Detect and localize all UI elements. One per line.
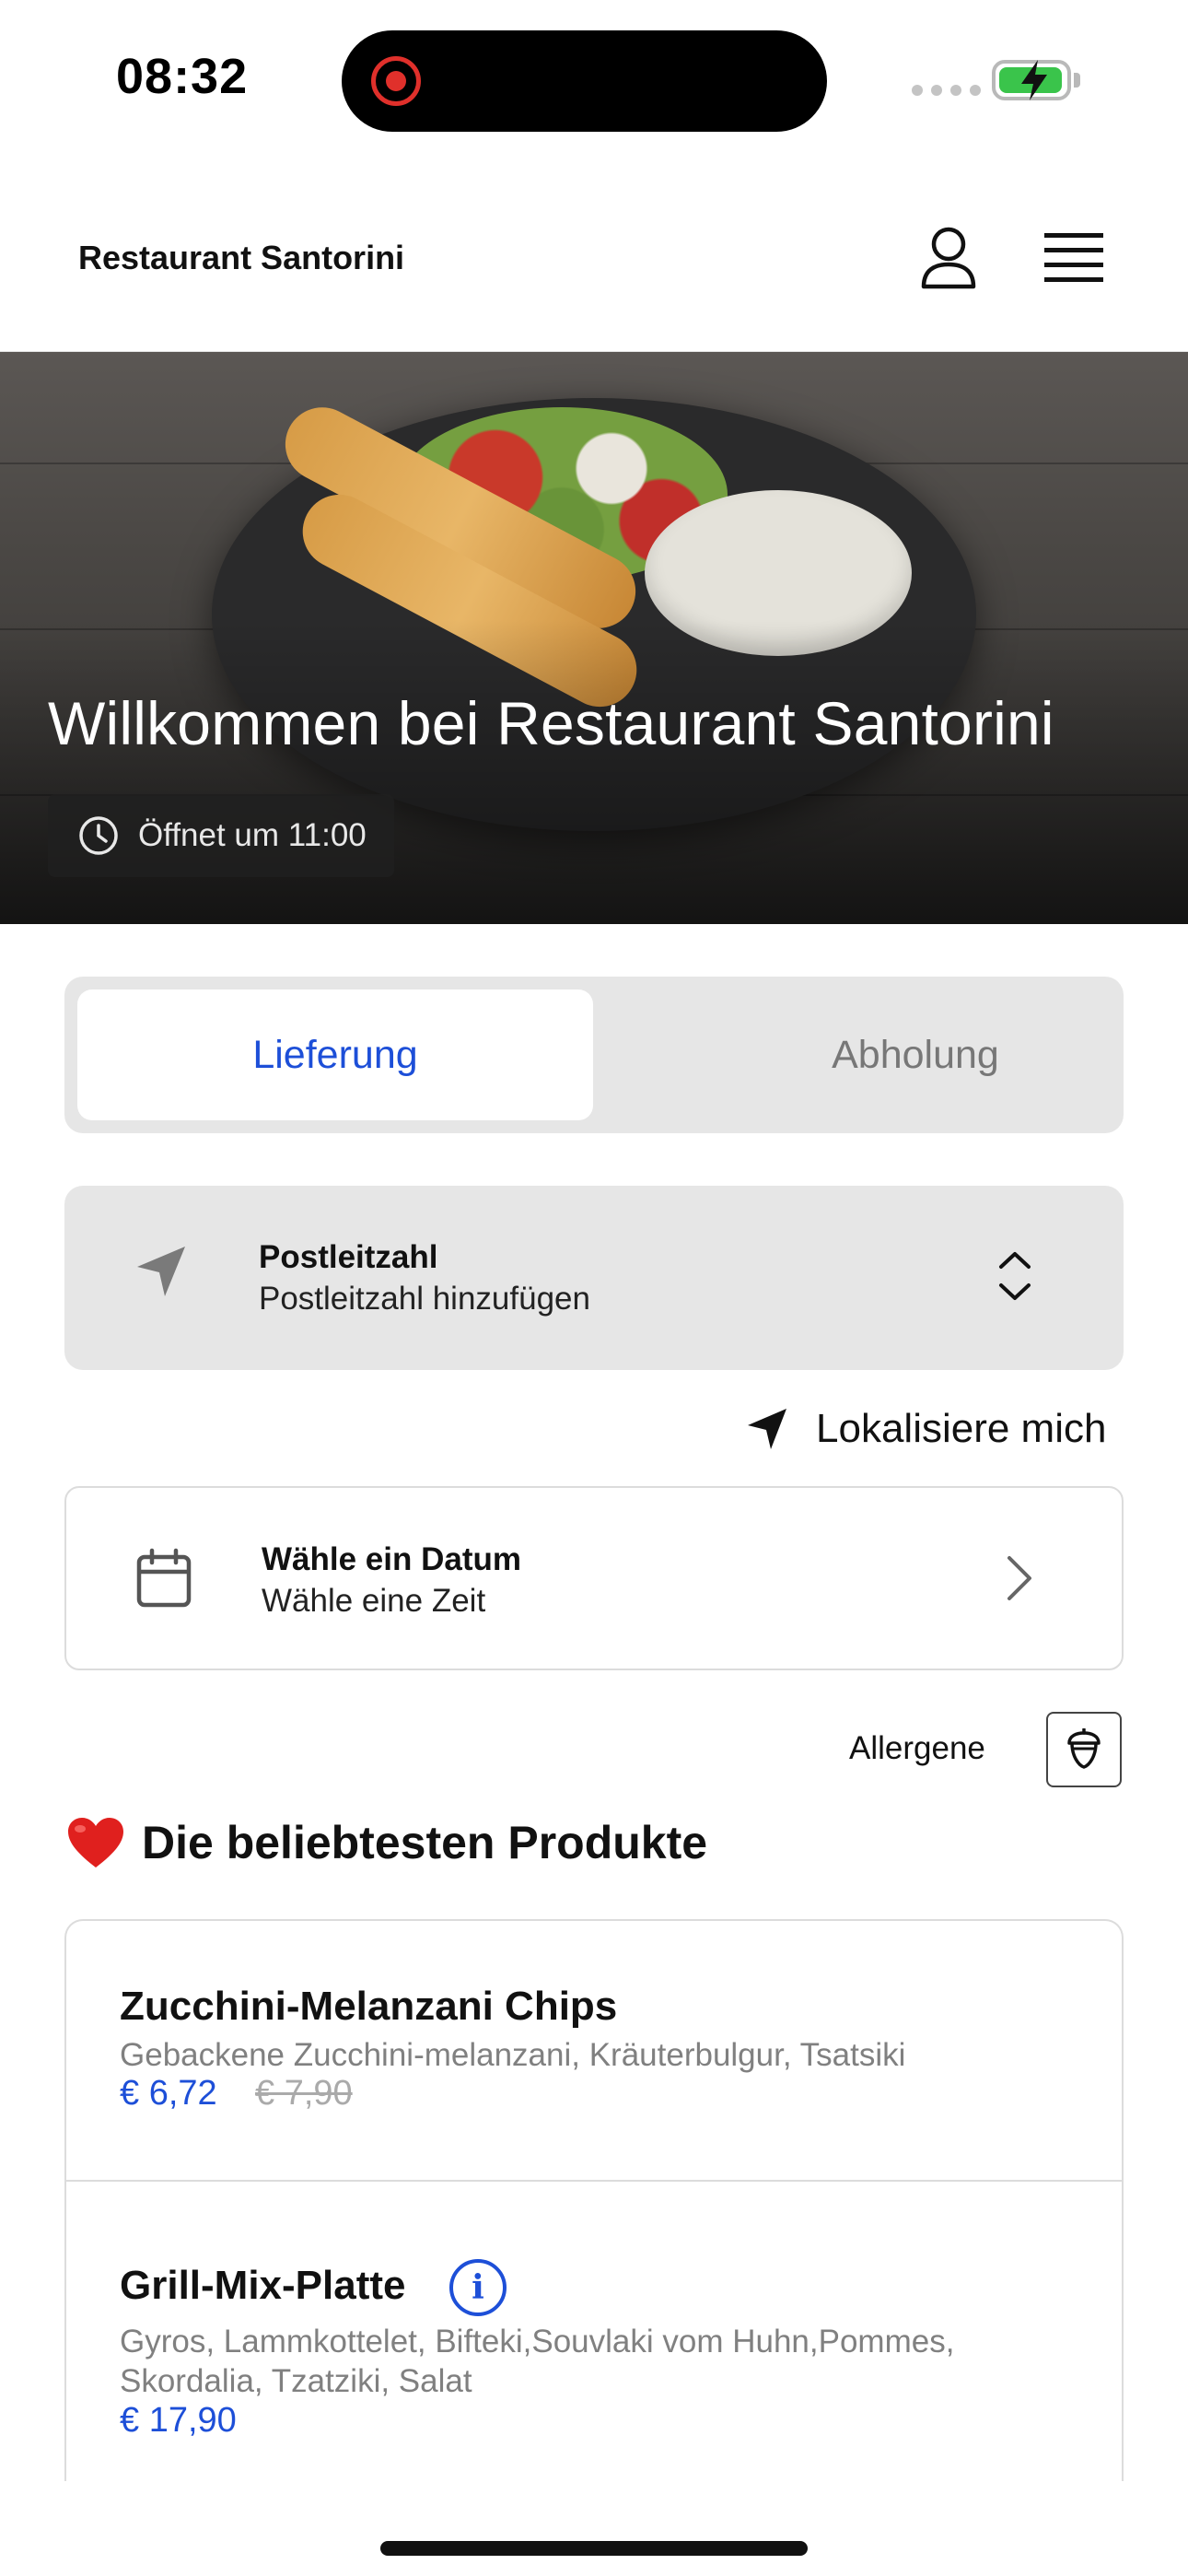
order-type-toggle: Lieferung Abholung bbox=[64, 977, 1124, 1133]
locate-me-link[interactable]: Lokalisiere mich bbox=[746, 1397, 1106, 1461]
allergens-label: Allergene bbox=[849, 1730, 985, 1766]
tab-pickup[interactable]: Abholung bbox=[658, 989, 1173, 1120]
account-button[interactable] bbox=[912, 221, 985, 295]
battery-charging-icon bbox=[992, 60, 1071, 100]
navigation-arrow-icon bbox=[137, 1247, 185, 1296]
product-description: Gebackene Zucchini-melanzani, Kräuterbul… bbox=[120, 2037, 906, 2073]
product-price: € 6,72 bbox=[120, 2074, 217, 2113]
opening-hours-badge: Öffnet um 11:00 bbox=[48, 794, 394, 877]
dynamic-island bbox=[342, 30, 827, 132]
product-price: € 17,90 bbox=[120, 2401, 237, 2440]
postcode-label: Postleitzahl bbox=[259, 1239, 438, 1275]
restaurant-name: Restaurant Santorini bbox=[78, 239, 405, 276]
product-description: Gyros, Lammkottelet, Bifteki,Souvlaki vo… bbox=[120, 2324, 955, 2399]
clock-icon bbox=[79, 816, 118, 855]
postcode-field[interactable]: Postleitzahl Postleitzahl hinzufügen bbox=[64, 1186, 1124, 1370]
battery-cap bbox=[1074, 73, 1080, 88]
product-list: Zucchini-Melanzani Chips Gebackene Zucch… bbox=[64, 1919, 1124, 2481]
product-card[interactable]: Zucchini-Melanzani Chips Gebackene Zucch… bbox=[66, 1921, 1122, 2182]
menu-button[interactable] bbox=[1037, 221, 1111, 295]
chevron-right-icon bbox=[1007, 1556, 1031, 1600]
recording-indicator-icon bbox=[371, 56, 421, 106]
date-label: Wähle ein Datum bbox=[262, 1541, 521, 1577]
status-time: 08:32 bbox=[116, 49, 249, 104]
location-arrow-icon bbox=[748, 1409, 786, 1449]
home-indicator[interactable] bbox=[380, 2541, 808, 2556]
user-icon bbox=[921, 227, 976, 289]
popular-products-heading: Die beliebtesten Produkte bbox=[66, 1810, 707, 1875]
calendar-icon bbox=[136, 1548, 192, 1608]
cellular-signal-icon bbox=[912, 85, 981, 96]
time-label: Wähle eine Zeit bbox=[262, 1583, 486, 1619]
tab-delivery[interactable]: Lieferung bbox=[77, 989, 593, 1120]
locate-me-label: Lokalisiere mich bbox=[816, 1406, 1107, 1451]
hero-banner: Willkommen bei Restaurant Santorini Öffn… bbox=[0, 352, 1188, 924]
section-title: Die beliebtesten Produkte bbox=[142, 1817, 708, 1868]
heart-icon bbox=[68, 1818, 123, 1868]
postcode-placeholder: Postleitzahl hinzufügen bbox=[259, 1281, 590, 1317]
hamburger-menu-icon bbox=[1044, 233, 1103, 282]
product-name: Grill-Mix-Platte bbox=[120, 2263, 406, 2308]
allergens-button[interactable] bbox=[1046, 1712, 1122, 1787]
product-name: Zucchini-Melanzani Chips bbox=[120, 1984, 618, 2029]
app-header: Restaurant Santorini bbox=[0, 161, 1188, 352]
welcome-title: Willkommen bei Restaurant Santorini bbox=[48, 689, 1054, 757]
product-card[interactable]: Grill-Mix-Platte i Gyros, Lammkottelet, … bbox=[66, 2182, 1122, 2481]
opening-hours-text: Öffnet um 11:00 bbox=[138, 817, 367, 853]
acorn-icon bbox=[1067, 1728, 1101, 1769]
info-icon[interactable]: i bbox=[449, 2259, 507, 2316]
date-time-picker[interactable]: Wähle ein Datum Wähle eine Zeit bbox=[64, 1486, 1124, 1670]
chevron-up-down-icon bbox=[999, 1252, 1031, 1300]
product-old-price: € 7,90 bbox=[255, 2074, 353, 2113]
status-bar: 08:32 bbox=[0, 0, 1188, 161]
